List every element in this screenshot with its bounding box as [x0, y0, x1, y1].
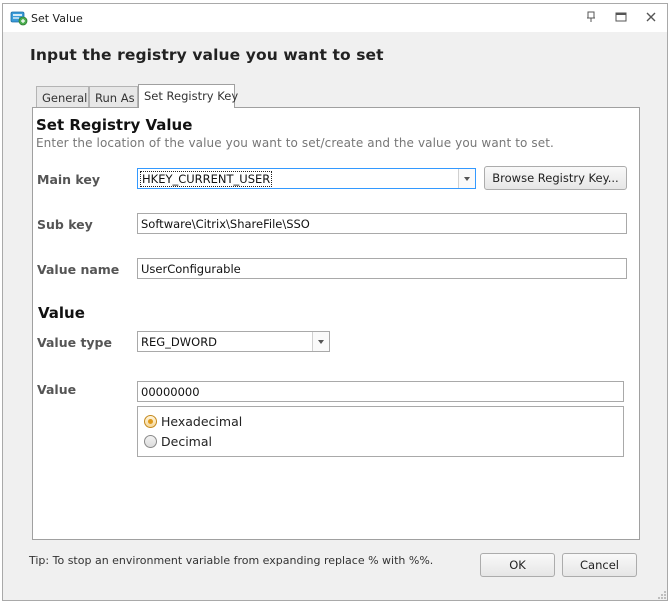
- tip-text: Tip: To stop an environment variable fro…: [29, 554, 434, 567]
- main-key-label: Main key: [37, 172, 101, 187]
- main-key-value: HKEY_CURRENT_USER: [139, 171, 273, 187]
- resize-grip-icon[interactable]: [657, 590, 667, 600]
- window-title: Set Value: [31, 12, 83, 25]
- maximize-icon[interactable]: [614, 10, 628, 24]
- section-title-registry: Set Registry Value: [36, 116, 193, 134]
- tab-general[interactable]: General: [36, 86, 89, 108]
- title-bar: Set Value: [3, 4, 667, 32]
- ok-button[interactable]: OK: [480, 553, 555, 577]
- radio-decimal-label[interactable]: Decimal: [161, 434, 212, 449]
- section-title-value: Value: [38, 304, 85, 322]
- value-type-label: Value type: [37, 335, 112, 350]
- value-type-value: REG_DWORD: [141, 335, 218, 349]
- radio-decimal[interactable]: Decimal: [144, 434, 212, 449]
- radio-hexadecimal-label[interactable]: Hexadecimal: [161, 414, 242, 429]
- number-format-group: Hexadecimal Decimal: [137, 406, 624, 457]
- dialog-heading: Input the registry value you want to set: [30, 46, 384, 64]
- cancel-button[interactable]: Cancel: [562, 553, 637, 577]
- tab-set-registry-key[interactable]: Set Registry Key: [138, 84, 238, 108]
- browse-registry-key-button[interactable]: Browse Registry Key...: [484, 166, 627, 190]
- close-icon[interactable]: [644, 10, 658, 24]
- chevron-down-icon[interactable]: [458, 169, 475, 188]
- tab-run-as[interactable]: Run As: [89, 86, 138, 108]
- value-type-dropdown[interactable]: REG_DWORD: [137, 331, 330, 352]
- set-value-dialog: Set Value Input the registry value you w…: [2, 3, 668, 601]
- chevron-down-icon[interactable]: [312, 332, 329, 351]
- radio-hexadecimal[interactable]: Hexadecimal: [144, 414, 242, 429]
- value-label: Value: [37, 382, 77, 397]
- registry-app-icon: [10, 11, 28, 26]
- radio-unselected-icon[interactable]: [144, 435, 157, 448]
- value-name-label: Value name: [37, 262, 120, 277]
- pin-icon[interactable]: [584, 10, 598, 24]
- sub-key-label: Sub key: [37, 217, 93, 232]
- main-key-dropdown[interactable]: HKEY_CURRENT_USER: [137, 168, 476, 189]
- value-input[interactable]: 00000000: [137, 381, 624, 402]
- value-name-input[interactable]: UserConfigurable: [137, 258, 627, 279]
- radio-selected-icon[interactable]: [144, 415, 157, 428]
- section-description: Enter the location of the value you want…: [36, 136, 554, 150]
- sub-key-input[interactable]: Software\Citrix\ShareFile\SSO: [137, 213, 627, 234]
